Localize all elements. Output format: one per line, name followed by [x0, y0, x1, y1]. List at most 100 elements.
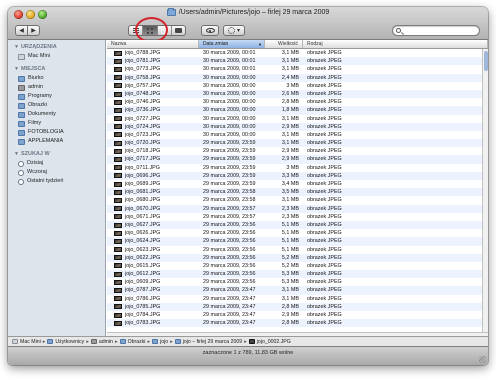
- file-name-cell: jojo_0727.JPG: [107, 115, 199, 123]
- file-name-cell: jojo_0785.JPG: [107, 303, 199, 311]
- table-row[interactable]: jojo_0757.JPG 30 marca 2009, 00:00 3 MB obr…: [107, 82, 488, 90]
- table-row[interactable]: jojo_0626.JPG 29 marca 2009, 23:56 5,1 MB o…: [107, 229, 488, 237]
- column-header-date[interactable]: Data zmian: [199, 40, 265, 48]
- table-row[interactable]: jojo_0681.JPG 29 marca 2009, 23:58 3,5 MB o…: [107, 188, 488, 197]
- disclosure-triangle-icon[interactable]: ▼: [14, 150, 19, 159]
- file-date: 29 marca 2009, 23:47: [203, 320, 256, 327]
- image-thumbnail-icon: [114, 255, 122, 261]
- file-date: 29 marca 2009, 23:47: [203, 312, 256, 318]
- image-thumbnail-icon: [114, 296, 122, 302]
- table-row[interactable]: jojo_0736.JPG 30 marca 2009, 00:00 1,8 MB o…: [107, 106, 488, 115]
- file-name-cell: jojo_0671.JPG: [107, 213, 199, 221]
- sidebar-item[interactable]: Wczoraj: [8, 168, 105, 177]
- column-header-size[interactable]: Wielkość: [265, 40, 303, 48]
- column-header-kind[interactable]: Rodzaj: [303, 40, 488, 48]
- table-row[interactable]: jojo_0711.JPG 29 marca 2009, 23:59 3 MB obr…: [107, 164, 488, 172]
- table-row[interactable]: jojo_0773.JPG 30 marca 2009, 00:01 3,1 MB o…: [107, 65, 488, 73]
- sidebar-item[interactable]: Filmy: [8, 119, 105, 128]
- sidebar-section-header[interactable]: ▼ URZĄDZENIA: [8, 43, 105, 52]
- table-row[interactable]: jojo_0717.JPG 29 marca 2009, 23:59 2,9 MB o…: [107, 155, 488, 164]
- sidebar-item[interactable]: Biurko: [8, 74, 105, 83]
- column-header-name[interactable]: Nazwa: [107, 40, 199, 48]
- table-row[interactable]: jojo_0758.JPG 30 marca 2009, 00:00 2,4 MB o…: [107, 73, 488, 82]
- path-item[interactable]: jojo_0002.JPG: [257, 339, 291, 345]
- table-row[interactable]: jojo_0612.JPG 29 marca 2009, 23:56 5,3 MB o…: [107, 270, 488, 279]
- sidebar-item[interactable]: APPLEMANIA: [8, 137, 105, 146]
- file-name: jojo_0615.JPG: [125, 262, 161, 269]
- table-row[interactable]: jojo_0671.JPG 29 marca 2009, 23:57 2,3 MB o…: [107, 213, 488, 221]
- action-menu-button[interactable]: ▾: [223, 25, 245, 36]
- table-row[interactable]: jojo_0781.JPG 30 marca 2009, 00:01 3,1 MB o…: [107, 57, 488, 66]
- table-row[interactable]: jojo_0783.JPG 29 marca 2009, 23:47 2,8 MB o…: [107, 319, 488, 328]
- path-item[interactable]: jojo – firlej 29 marca 2009: [183, 339, 242, 345]
- table-row[interactable]: jojo_0696.JPG 29 marca 2009, 23:59 3,3 MB o…: [107, 171, 488, 180]
- table-row[interactable]: jojo_0788.JPG 30 marca 2009, 00:01 3,1 MB o…: [107, 49, 488, 57]
- path-item[interactable]: Obrazki: [128, 339, 146, 345]
- table-row[interactable]: jojo_0746.JPG 30 marca 2009, 00:00 2,8 MB o…: [107, 98, 488, 106]
- file-date: 30 marca 2009, 00:00: [203, 123, 256, 130]
- path-item[interactable]: jojo: [160, 339, 168, 345]
- forward-button[interactable]: ▶: [28, 26, 39, 36]
- table-row[interactable]: jojo_0727.JPG 30 marca 2009, 00:00 3,1 MB o…: [107, 115, 488, 123]
- table-row[interactable]: jojo_0723.JPG 30 marca 2009, 00:00 3,1 MB o…: [107, 131, 488, 139]
- sidebar-item[interactable]: Dokumenty: [8, 110, 105, 119]
- table-row[interactable]: jojo_0689.JPG 29 marca 2009, 23:59 3,4 MB o…: [107, 180, 488, 188]
- path-item[interactable]: Mac Mini: [20, 339, 41, 345]
- sidebar-item[interactable]: Obrazki: [8, 101, 105, 110]
- table-row[interactable]: jojo_0787.JPG 29 marca 2009, 23:47 3,1 MB o…: [107, 286, 488, 295]
- path-item[interactable]: Użytkownicy: [55, 339, 84, 345]
- search-input[interactable]: [392, 25, 480, 36]
- file-name-cell: jojo_0615.JPG: [107, 262, 199, 270]
- table-row[interactable]: jojo_0785.JPG 29 marca 2009, 23:47 2,8 MB o…: [107, 302, 488, 311]
- sidebar-item[interactable]: FOTOBLOGIA: [8, 128, 105, 137]
- vertical-scrollbar[interactable]: [482, 49, 488, 332]
- quick-look-button[interactable]: [201, 25, 219, 36]
- sidebar-section-header[interactable]: ▼ MIEJSCA: [8, 65, 105, 74]
- file-kind: obrazek JPEG: [307, 295, 342, 302]
- file-size: 3 MB: [286, 164, 299, 171]
- table-row[interactable]: jojo_0786.JPG 29 marca 2009, 23:47 3,1 MB o…: [107, 295, 488, 303]
- image-thumbnail-icon: [114, 75, 122, 81]
- file-kind: obrazek JPEG: [307, 115, 342, 122]
- sidebar-item[interactable]: Programy: [8, 92, 105, 101]
- path-separator: ▸: [170, 338, 173, 345]
- table-row[interactable]: jojo_0720.JPG 29 marca 2009, 23:59 3,1 MB o…: [107, 139, 488, 148]
- image-thumbnail-icon: [114, 132, 122, 138]
- sidebar-section-header[interactable]: ▼ SZUKAJ W: [8, 150, 105, 159]
- file-kind: obrazek JPEG: [307, 238, 342, 245]
- disclosure-triangle-icon[interactable]: ▼: [14, 65, 19, 74]
- image-thumbnail-icon: [114, 222, 122, 228]
- table-row[interactable]: jojo_0615.JPG 29 marca 2009, 23:56 5,2 MB o…: [107, 262, 488, 270]
- table-row[interactable]: jojo_0622.JPG 29 marca 2009, 23:56 5,2 MB o…: [107, 253, 488, 262]
- file-date: 29 marca 2009, 23:56: [203, 238, 256, 245]
- file-size: 5,1 MB: [281, 246, 299, 253]
- disclosure-triangle-icon[interactable]: ▼: [14, 43, 19, 52]
- table-row[interactable]: jojo_0627.JPG 29 marca 2009, 23:56 5,1 MB o…: [107, 220, 488, 230]
- table-row[interactable]: jojo_0670.JPG 29 marca 2009, 23:57 2,3 MB o…: [107, 204, 488, 213]
- sidebar-item[interactable]: Dzisiaj: [8, 159, 105, 168]
- file-size: 3,1 MB: [281, 50, 299, 56]
- table-row[interactable]: jojo_0718.JPG 29 marca 2009, 23:59 2,9 MB o…: [107, 147, 488, 155]
- view-coverflow-button[interactable]: [172, 26, 185, 35]
- file-name: jojo_0748.JPG: [125, 90, 161, 97]
- window-title: /Users/admin/Pictures/jojo – firlej 29 m…: [8, 8, 488, 16]
- scroll-thumb[interactable]: [484, 51, 488, 71]
- sidebar-item[interactable]: Ostatni tydzień: [8, 177, 105, 186]
- table-row[interactable]: jojo_0624.JPG 29 marca 2009, 23:56 5,1 MB o…: [107, 237, 488, 246]
- table-row[interactable]: jojo_0623.JPG 29 marca 2009, 23:56 5,1 MB o…: [107, 246, 488, 254]
- resize-handle[interactable]: [479, 356, 486, 363]
- table-row[interactable]: jojo_0609.JPG 29 marca 2009, 23:56 5,3 MB o…: [107, 278, 488, 286]
- file-date: 29 marca 2009, 23:58: [203, 189, 256, 196]
- sidebar-item[interactable]: Mac Mini: [8, 52, 105, 61]
- table-row[interactable]: jojo_0784.JPG 29 marca 2009, 23:47 2,9 MB o…: [107, 311, 488, 319]
- back-button[interactable]: ◀: [16, 25, 28, 36]
- file-name-cell: jojo_0670.JPG: [107, 205, 199, 213]
- image-thumbnail-icon: [114, 279, 122, 285]
- table-row[interactable]: jojo_0748.JPG 30 marca 2009, 00:00 2,6 MB o…: [107, 89, 488, 99]
- file-name: jojo_0781.JPG: [125, 58, 161, 65]
- path-item[interactable]: admin: [99, 339, 113, 345]
- sidebar-item[interactable]: admin: [8, 83, 105, 92]
- table-row[interactable]: jojo_0724.JPG 30 marca 2009, 00:00 2,9 MB o…: [107, 122, 488, 131]
- table-row[interactable]: jojo_0680.JPG 29 marca 2009, 23:58 3,1 MB o…: [107, 196, 488, 204]
- file-size: 3,1 MB: [281, 197, 299, 204]
